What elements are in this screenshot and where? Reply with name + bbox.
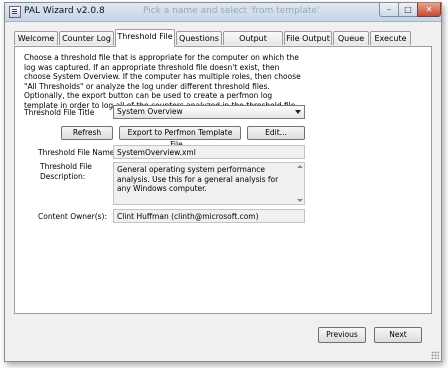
window-title: PAL Wizard v2.0.8 [24, 6, 105, 16]
refresh-button[interactable]: Refresh [61, 126, 113, 140]
tab-file-output[interactable]: File Output [284, 31, 332, 45]
close-button[interactable]: ✕ [417, 3, 441, 17]
next-button[interactable]: Next [374, 327, 422, 343]
file-name-field[interactable]: SystemOverview.xml [113, 145, 305, 159]
file-description-text: General operating system performance ana… [117, 165, 279, 194]
pal-wizard-window: PAL Wizard v2.0.8 Pick a name and select… [4, 2, 442, 362]
threshold-file-panel: Choose a threshold file that is appropri… [14, 46, 432, 314]
previous-button[interactable]: Previous [318, 327, 366, 343]
dropdown-arrow-icon [295, 110, 301, 114]
tab-execute[interactable]: Execute [370, 31, 411, 45]
minimize-button[interactable]: – [379, 3, 399, 17]
tab-output-options[interactable]: Output Options [223, 31, 283, 57]
title-bar[interactable]: PAL Wizard v2.0.8 Pick a name and select… [5, 3, 441, 22]
maximize-button[interactable]: □ [398, 3, 418, 17]
file-description-textarea[interactable]: General operating system performance ana… [113, 162, 305, 205]
ghost-title: Pick a name and select 'from template' [143, 6, 320, 16]
file-description-label-line2: Description: [40, 172, 86, 181]
tab-queue[interactable]: Queue [333, 31, 369, 45]
file-description-label-line1: Threshold File [40, 162, 92, 171]
threshold-title-value: System Overview [117, 107, 183, 116]
tab-welcome[interactable]: Welcome [14, 31, 58, 45]
tab-questions[interactable]: Questions [176, 31, 222, 45]
resize-grip-icon[interactable] [431, 351, 439, 359]
tab-threshold-file[interactable]: Threshold File [115, 29, 175, 47]
threshold-title-select[interactable]: System Overview [113, 105, 305, 119]
instructions-text: Choose a threshold file that is appropri… [24, 53, 301, 110]
threshold-title-label: Threshold File Title [24, 108, 95, 117]
file-name-label: Threshold File Name: [38, 148, 117, 157]
content-owner-label: Content Owner(s): [38, 212, 107, 221]
export-perfmon-template-button[interactable]: Export to Perfmon Template File... [119, 126, 241, 149]
app-icon [9, 6, 21, 18]
scroll-up-icon[interactable] [297, 164, 303, 169]
edit-button[interactable]: Edit... [247, 126, 305, 140]
content-owner-field[interactable]: Clint Huffman (clinth@microsoft.com) [113, 209, 305, 223]
tab-counter-log[interactable]: Counter Log [59, 31, 114, 45]
scroll-down-icon[interactable] [297, 198, 303, 203]
